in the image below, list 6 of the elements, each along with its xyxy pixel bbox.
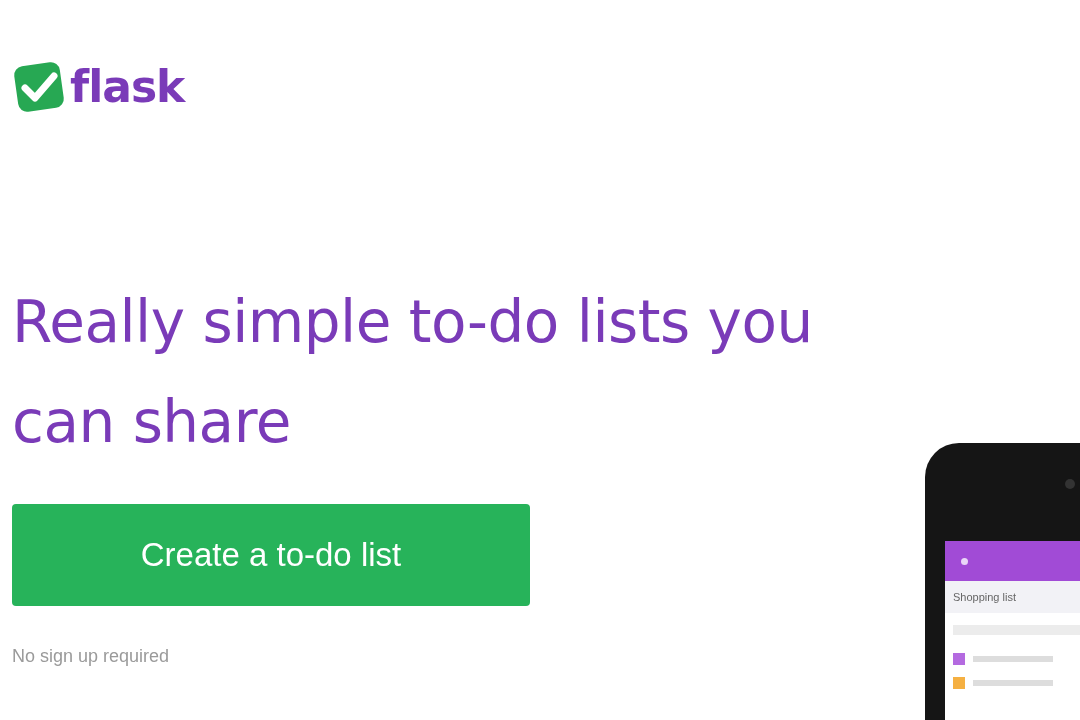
note-text: No sign up required <box>12 646 171 667</box>
logo-wordmark: flask <box>70 65 185 109</box>
list-title: Shopping list <box>945 581 1080 613</box>
headline: Really simple to-do lists you can share <box>12 287 814 458</box>
camera-icon <box>1065 479 1075 489</box>
create-list-button[interactable]: Create a to-do list <box>12 504 530 606</box>
